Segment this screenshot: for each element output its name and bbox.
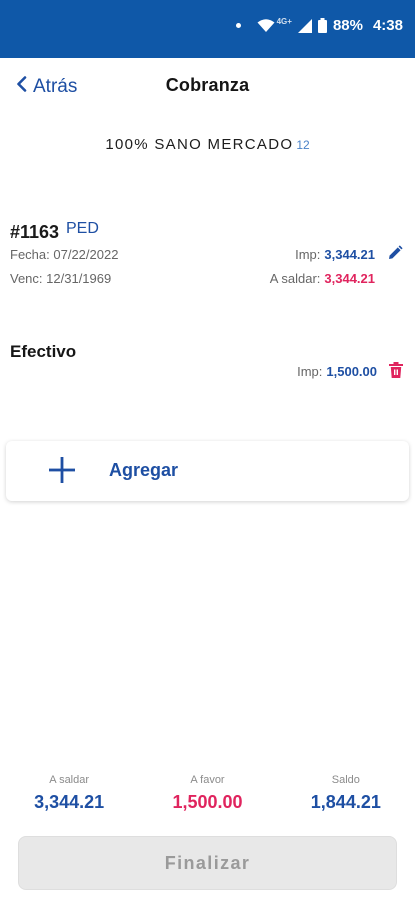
finalize-button[interactable]: Finalizar	[18, 836, 397, 890]
app-header: Atrás Cobranza	[0, 58, 415, 118]
network-type: 4G+	[276, 17, 292, 26]
page-title: Cobranza	[165, 75, 250, 95]
payment-item: Efectivo Imp: 1,500.00	[10, 340, 405, 388]
total-a-favor: A favor 1,500.00	[138, 774, 276, 824]
add-payment-button[interactable]: Agregar	[6, 441, 409, 501]
edit-pencil-icon[interactable]	[387, 245, 403, 261]
status-indicators: 4G+ 88% 4:38	[235, 17, 403, 34]
payment-amount: Imp: 1,500.00	[297, 364, 377, 379]
document-date: Fecha: 07/22/2022	[10, 247, 118, 262]
document-id: #1163	[10, 222, 60, 242]
saldar-label: A saldar:	[269, 271, 321, 286]
total-saldo: Saldo 1,844.21	[277, 774, 415, 824]
clock: 4:38	[372, 17, 403, 34]
payment-imp-label: Imp:	[297, 364, 323, 379]
document-type: PED	[66, 220, 99, 237]
wifi-icon	[257, 18, 275, 33]
total-a-saldar-value: 3,344.21	[34, 792, 105, 812]
totals-summary: A saldar 3,344.21 A favor 1,500.00 Saldo…	[0, 774, 415, 824]
document-item: #1163 PED Fecha: 07/22/2022 Venc: 12/31/…	[10, 218, 405, 298]
trash-icon[interactable]	[389, 362, 403, 378]
payment-method: Efectivo	[10, 342, 77, 361]
signal-icon	[297, 18, 312, 33]
notification-dot-icon	[235, 23, 241, 28]
battery-percent: 88%	[332, 17, 363, 34]
payment-imp-value: 1,500.00	[326, 364, 377, 379]
total-a-saldar: A saldar 3,344.21	[0, 774, 138, 824]
document-balance: A saldar: 3,344.21	[270, 271, 375, 286]
imp-label: Imp:	[295, 247, 321, 262]
document-due-date: Venc: 12/31/1969	[10, 271, 111, 286]
imp-value: 3,344.21	[324, 247, 375, 262]
total-a-favor-label: A favor	[190, 774, 225, 786]
battery-icon	[317, 18, 327, 33]
total-a-favor-value: 1,500.00	[172, 792, 243, 812]
total-saldo-value: 1,844.21	[310, 792, 381, 812]
client-header: 100% SANO MERCADO 12	[0, 136, 415, 154]
saldar-value: 3,344.21	[324, 271, 375, 286]
total-saldo-label: Saldo	[331, 774, 360, 786]
add-label: Agregar	[109, 460, 179, 480]
client-name: 100% SANO MERCADO	[105, 136, 294, 153]
venc-value: 12/31/1969	[46, 271, 112, 286]
venc-label: Venc:	[10, 271, 43, 286]
fecha-label: Fecha:	[10, 247, 50, 262]
total-a-saldar-label: A saldar	[49, 774, 90, 786]
client-number: 12	[296, 138, 310, 152]
fecha-value: 07/22/2022	[53, 247, 119, 262]
document-amount: Imp: 3,344.21	[295, 247, 375, 262]
plus-icon	[48, 456, 76, 484]
status-bar: 4G+ 88% 4:38	[0, 0, 415, 58]
